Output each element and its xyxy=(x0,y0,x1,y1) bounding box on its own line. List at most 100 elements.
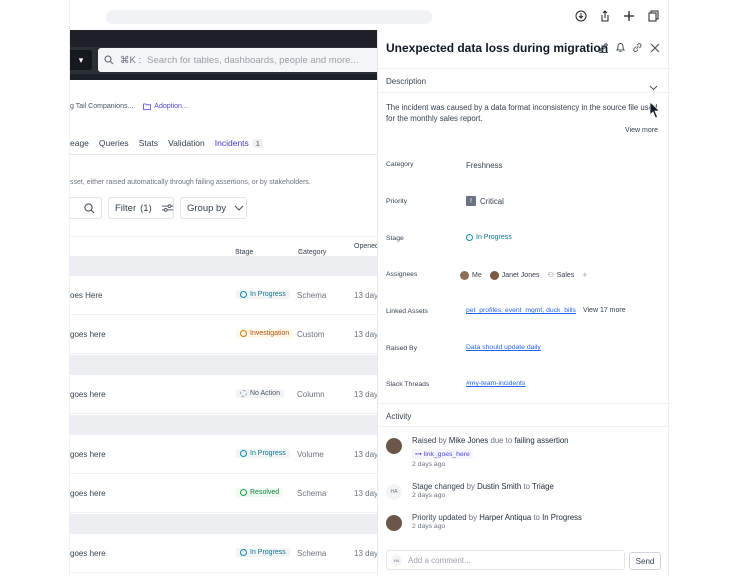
avatar: HA xyxy=(391,554,402,566)
activity-time: 2 days ago xyxy=(412,492,446,499)
address-bar[interactable] xyxy=(106,10,432,24)
avatar: HA xyxy=(386,484,402,500)
tab-validation[interactable]: Validation xyxy=(168,138,205,155)
stage-value[interactable]: In Progress xyxy=(466,234,512,241)
plus-icon[interactable] xyxy=(622,9,636,23)
search-icon xyxy=(84,202,95,213)
incident-name: goes here xyxy=(70,549,106,558)
in-progress-icon xyxy=(240,549,247,556)
group-by-button[interactable]: Group by xyxy=(180,197,247,219)
activity-item: Priority updated by Harper Antiqua to In… xyxy=(386,513,658,537)
download-icon[interactable] xyxy=(574,9,588,23)
incident-name: goes here xyxy=(70,450,106,459)
app-window: ▾ ⌘K : Search for tables, dashboards, pe… xyxy=(70,0,668,576)
assignee-chip[interactable]: Me xyxy=(460,270,482,280)
users-icon: ⚇ xyxy=(547,272,554,279)
close-icon[interactable] xyxy=(649,42,660,53)
table-row[interactable]: goes here Resolved Schema 13 days xyxy=(70,475,382,513)
activity-item: Raised by Mike Jones due to failing asse… xyxy=(386,436,658,470)
filter-button[interactable]: Filter (1) xyxy=(108,197,174,219)
incident-category: Schema xyxy=(297,489,327,498)
share-icon[interactable] xyxy=(598,9,612,23)
tab-incidents[interactable]: Incidents 1 xyxy=(214,138,263,155)
incidents-description: sset, either raised automatically throug… xyxy=(70,179,311,186)
incident-search-button[interactable] xyxy=(70,197,102,219)
chevron-down-icon[interactable] xyxy=(649,78,658,96)
group-header-row[interactable] xyxy=(70,256,380,276)
edit-icon[interactable] xyxy=(598,42,609,53)
tab-lineage[interactable]: eage xyxy=(70,138,89,155)
stage-badge: Resolved xyxy=(236,488,284,497)
incident-category: Custom xyxy=(297,330,325,339)
avatar xyxy=(489,270,499,280)
incident-count-badge: 1 xyxy=(252,139,263,148)
assignee-chip[interactable]: ⚇ Sales xyxy=(547,271,574,280)
incident-name: goes here xyxy=(70,489,106,498)
tab-queries[interactable]: Queries xyxy=(99,138,129,155)
mouse-cursor-icon xyxy=(649,101,661,119)
sort-icon: ⇕ xyxy=(298,250,304,256)
link-icon: ⊶ xyxy=(415,451,422,458)
in-progress-icon xyxy=(240,291,247,298)
avatar xyxy=(386,438,402,454)
view-more-assets-link[interactable]: View 17 more xyxy=(583,307,626,314)
linked-assets-label: Linked Assets xyxy=(386,308,428,315)
link-icon[interactable] xyxy=(632,42,643,53)
breadcrumb-item[interactable]: Adoption... xyxy=(143,103,188,110)
search-placeholder: Search for tables, dashboards, people an… xyxy=(147,54,359,66)
check-circle-icon xyxy=(240,489,247,496)
incident-name: goes here xyxy=(70,330,106,339)
table-row[interactable]: goes here In Progress Schema 13 days xyxy=(70,535,382,573)
breadcrumb: g Tail Companions... Adoption... xyxy=(70,100,188,112)
incident-category: Column xyxy=(297,390,325,399)
activity-time: 2 days ago xyxy=(412,461,446,468)
incident-detail-panel: Unexpected data loss during migration De… xyxy=(377,30,668,576)
tab-stats[interactable]: Stats xyxy=(139,138,158,155)
stage-badge: In Progress xyxy=(236,449,290,458)
panel-actions xyxy=(598,42,660,53)
raised-by-label: Raised By xyxy=(386,345,417,352)
incident-name: oes Here xyxy=(70,291,103,300)
view-more-link[interactable]: View more xyxy=(625,127,658,134)
slack-thread-link[interactable]: #my-team-incidents xyxy=(466,380,525,387)
comment-input[interactable]: HA Add a comment... xyxy=(386,550,625,570)
incident-category: Schema xyxy=(297,549,327,558)
no-action-icon xyxy=(240,390,247,397)
copy-icon[interactable] xyxy=(646,9,660,23)
group-header-row[interactable] xyxy=(70,415,380,435)
search-icon xyxy=(104,55,114,65)
priority-value[interactable]: ! Critical xyxy=(466,196,504,206)
incident-category: Volume xyxy=(297,450,324,459)
linked-assets-link[interactable]: pet_profiles, event_mgmt, duck_bills xyxy=(466,307,576,314)
global-search[interactable]: ⌘K : Search for tables, dashboards, peop… xyxy=(98,48,380,72)
app-header: ▾ ⌘K : Search for tables, dashboards, pe… xyxy=(70,30,380,80)
send-button[interactable]: Send xyxy=(629,552,661,570)
assignee-chip[interactable]: Janet Jones xyxy=(489,270,539,280)
filter-count: (1) xyxy=(140,202,152,214)
activity-time: 2 days ago xyxy=(412,523,446,530)
raised-by-link[interactable]: Data should update daily xyxy=(466,344,541,351)
stage-badge: Investigation xyxy=(236,329,294,338)
table-row[interactable]: goes here In Progress Volume 13 days xyxy=(70,436,382,474)
activity-item: HA Stage changed by Dustin Smith to Tria… xyxy=(386,482,658,506)
activity-label: Activity xyxy=(386,412,412,421)
stage-label: Stage xyxy=(386,235,404,242)
bell-icon[interactable] xyxy=(615,42,626,53)
asset-tabs: eage Queries Stats Validation Incidents 1 xyxy=(70,138,263,155)
table-row[interactable]: goes here No Action Column 13 days xyxy=(70,376,382,414)
sliders-icon xyxy=(161,204,173,212)
column-opened[interactable]: Opened xyxy=(354,243,379,250)
incident-description: The incident was caused by a data format… xyxy=(386,103,658,123)
in-progress-icon xyxy=(466,234,473,241)
breadcrumb-item[interactable]: g Tail Companions... xyxy=(70,103,133,110)
group-header-row[interactable] xyxy=(70,355,380,375)
table-row[interactable]: oes Here In Progress Schema 13 days xyxy=(70,277,382,315)
investigation-icon xyxy=(240,330,247,337)
activity-link-chip[interactable]: ⊶ link_goes_here xyxy=(412,449,473,459)
workspace-select[interactable]: ▾ xyxy=(70,50,92,70)
category-value[interactable]: Freshness xyxy=(466,161,502,170)
add-assignee-icon[interactable]: + xyxy=(582,270,587,280)
table-row[interactable]: goes here Investigation Custom 13 days xyxy=(70,316,382,354)
group-header-row[interactable] xyxy=(70,514,380,534)
priority-label: Priority xyxy=(386,198,408,205)
